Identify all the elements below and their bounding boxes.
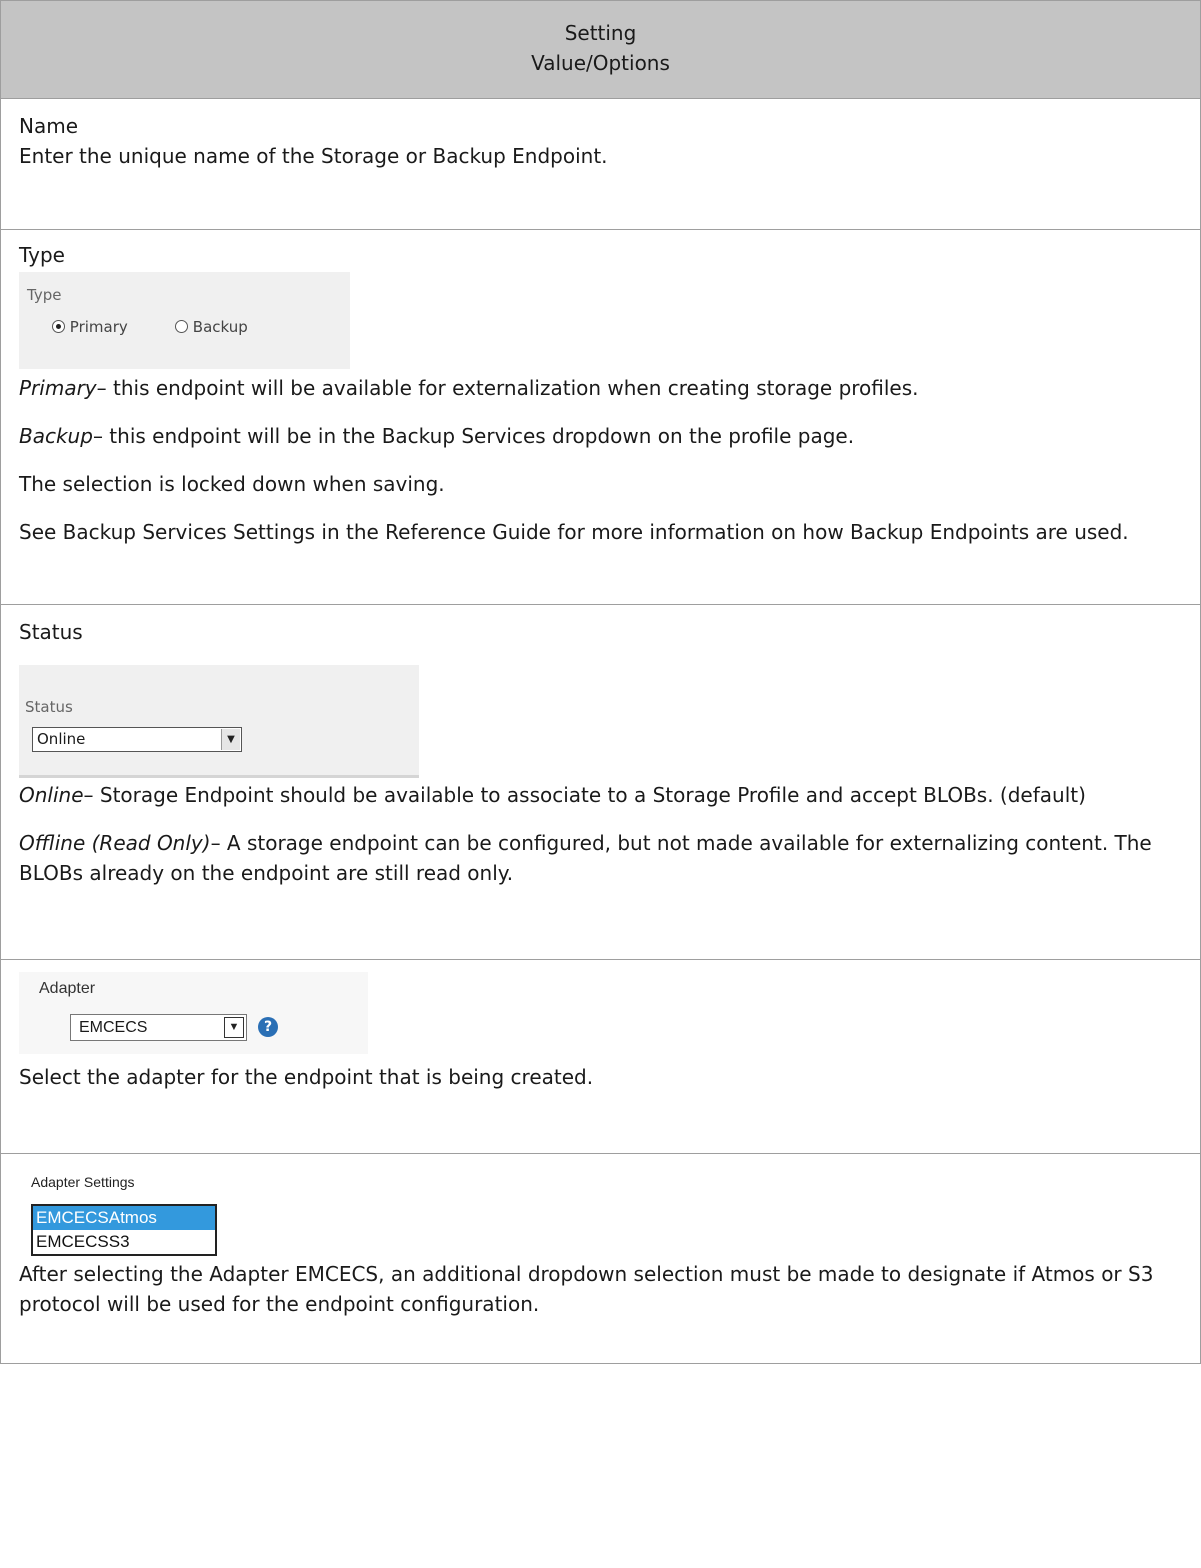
radio-primary-icon[interactable] xyxy=(52,320,65,333)
adapter-settings-listbox[interactable]: EMCECSAtmos EMCECSS3 xyxy=(31,1204,217,1256)
type-primary-desc: – this endpoint will be available for ex… xyxy=(96,376,919,400)
type-primary-paragraph: Primary– this endpoint will be available… xyxy=(19,373,1182,403)
type-option-backup: Backup xyxy=(192,318,248,336)
settings-table: Setting Value/Options Name Enter the uni… xyxy=(0,0,1201,1364)
radio-backup-icon[interactable] xyxy=(175,320,188,333)
adapter-dropdown[interactable]: EMCECS ▼ xyxy=(70,1014,247,1041)
type-radio-backup[interactable]: Backup xyxy=(175,318,248,336)
type-widget-label: Type xyxy=(27,286,62,304)
adapter-desc: Select the adapter for the endpoint that… xyxy=(19,1065,594,1089)
header-setting: Setting xyxy=(564,21,637,45)
type-title: Type xyxy=(19,243,65,267)
adapter-settings-widget-screenshot: Adapter Settings EMCECSAtmos EMCECSS3 xyxy=(19,1174,319,1257)
status-online-desc: – Storage Endpoint should be available t… xyxy=(83,783,1086,807)
chevron-down-icon[interactable]: ▼ xyxy=(224,1017,244,1038)
adapter-settings-label: Adapter Settings xyxy=(31,1174,135,1190)
type-backup-paragraph: Backup– this endpoint will be in the Bac… xyxy=(19,421,1182,451)
row-type: Type Type Primary Backup Primary– this e… xyxy=(1,230,1200,605)
row-adapter-settings: Adapter Settings EMCECSAtmos EMCECSS3 Af… xyxy=(1,1154,1200,1364)
adapter-selected-value: EMCECS xyxy=(79,1019,148,1036)
type-backup-desc: – this endpoint will be in the Backup Se… xyxy=(92,424,855,448)
type-primary-term: Primary xyxy=(19,376,97,400)
table-header: Setting Value/Options xyxy=(1,0,1200,99)
adapter-settings-desc: After selecting the Adapter EMCECS, an a… xyxy=(19,1262,1154,1316)
status-dropdown[interactable]: Online ▼ xyxy=(32,727,242,752)
adapter-widget-screenshot: Adapter EMCECS ▼ ? xyxy=(19,972,368,1054)
type-radio-primary[interactable]: Primary xyxy=(52,318,128,336)
list-item[interactable]: EMCECSAtmos xyxy=(33,1206,215,1230)
name-title: Name xyxy=(19,114,79,138)
type-option-primary: Primary xyxy=(69,318,128,336)
row-adapter: Adapter EMCECS ▼ ? Select the adapter fo… xyxy=(1,960,1200,1154)
row-status: Status Status Online ▼ Online– Storage E… xyxy=(1,605,1200,960)
help-circle-icon[interactable]: ? xyxy=(258,1017,278,1037)
status-widget-label: Status xyxy=(25,698,73,716)
status-widget-screenshot: Status Online ▼ xyxy=(19,665,419,778)
header-value-options: Value/Options xyxy=(531,51,670,75)
adapter-widget-label: Adapter xyxy=(39,980,96,997)
row-name: Name Enter the unique name of the Storag… xyxy=(1,99,1200,230)
chevron-down-icon[interactable]: ▼ xyxy=(221,729,240,750)
status-offline-paragraph: Offline (Read Only)– A storage endpoint … xyxy=(19,828,1182,888)
list-item[interactable]: EMCECSS3 xyxy=(33,1230,215,1254)
status-offline-term: Offline (Read Only) xyxy=(19,831,211,855)
status-online-term: Online xyxy=(19,783,84,807)
name-desc: Enter the unique name of the Storage or … xyxy=(19,144,608,168)
status-online-paragraph: Online– Storage Endpoint should be avail… xyxy=(19,780,1182,810)
type-see-note: See Backup Services Settings in the Refe… xyxy=(19,520,1129,544)
type-widget-screenshot: Type Primary Backup xyxy=(19,272,350,369)
type-locked-note: The selection is locked down when saving… xyxy=(19,472,445,496)
status-title: Status xyxy=(19,620,83,644)
type-backup-term: Backup xyxy=(19,424,93,448)
status-selected-value: Online xyxy=(37,730,86,748)
